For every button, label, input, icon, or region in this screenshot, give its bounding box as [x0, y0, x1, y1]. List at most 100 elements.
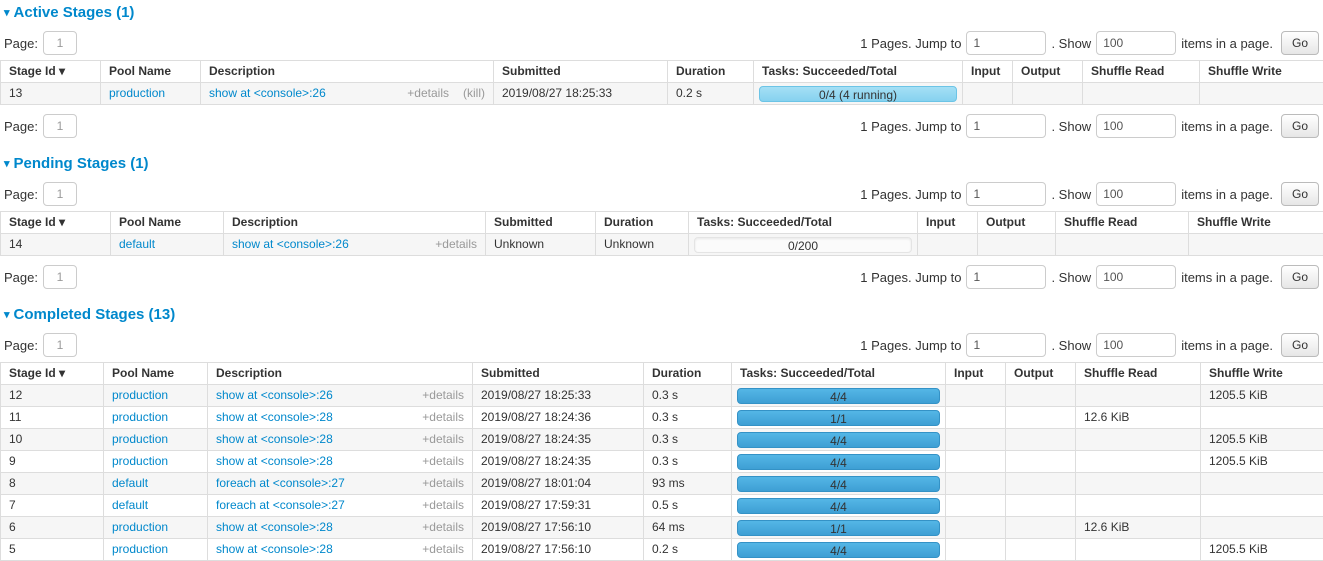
column-header-4[interactable]: Duration [596, 212, 689, 234]
section-title-completed[interactable]: ▾ Completed Stages (13) [4, 306, 1323, 324]
pool-name-cell: production [104, 429, 208, 451]
pool-name-link[interactable]: default [112, 498, 148, 512]
column-header-5[interactable]: Tasks: Succeeded/Total [754, 61, 963, 83]
jump-to-page-input[interactable] [966, 333, 1046, 357]
column-header-2[interactable]: Description [201, 61, 494, 83]
column-header-0[interactable]: Stage Id ▾ [1, 61, 101, 83]
go-button[interactable]: Go [1281, 265, 1319, 289]
kill-link[interactable]: (kill) [463, 86, 485, 100]
column-header-1[interactable]: Pool Name [111, 212, 224, 234]
description-link[interactable]: foreach at <console>:27 [216, 499, 345, 512]
column-header-2[interactable]: Description [224, 212, 486, 234]
stage-id-cell: 12 [1, 385, 104, 407]
column-header-6[interactable]: Input [946, 363, 1006, 385]
column-header-5[interactable]: Tasks: Succeeded/Total [689, 212, 918, 234]
go-button[interactable]: Go [1281, 31, 1319, 55]
column-header-9[interactable]: Shuffle Write [1201, 363, 1323, 385]
collapse-arrow-icon[interactable]: ▾ [4, 7, 10, 19]
column-header-7[interactable]: Output [978, 212, 1056, 234]
pool-name-link[interactable]: default [112, 476, 148, 490]
pool-name-link[interactable]: production [112, 388, 168, 402]
items-per-page-input[interactable] [1096, 182, 1176, 206]
column-header-4[interactable]: Duration [644, 363, 732, 385]
column-header-6[interactable]: Input [918, 212, 978, 234]
pool-name-link[interactable]: production [112, 454, 168, 468]
column-header-8[interactable]: Shuffle Read [1083, 61, 1200, 83]
collapse-arrow-icon[interactable]: ▾ [4, 309, 10, 321]
description-link[interactable]: show at <console>:28 [216, 411, 333, 424]
items-per-page-input[interactable] [1096, 114, 1176, 138]
pool-name-link[interactable]: production [109, 86, 165, 100]
pool-name-cell: production [104, 451, 208, 473]
description-link[interactable]: show at <console>:26 [209, 87, 326, 100]
description-link[interactable]: show at <console>:28 [216, 455, 333, 468]
items-per-page-input[interactable] [1096, 31, 1176, 55]
section-title-text[interactable]: Active Stages (1) [14, 4, 135, 21]
section-title-pending[interactable]: ▾ Pending Stages (1) [4, 155, 1323, 173]
description-cell: show at <console>:26 +details (kill) [201, 83, 494, 105]
go-button[interactable]: Go [1281, 333, 1319, 357]
details-toggle[interactable]: +details [422, 454, 464, 468]
description-link[interactable]: show at <console>:26 [232, 238, 349, 251]
details-toggle[interactable]: +details [435, 237, 477, 251]
show-label: . Show [1051, 187, 1091, 202]
pool-name-link[interactable]: default [119, 237, 155, 251]
jump-to-page-input[interactable] [966, 31, 1046, 55]
shuffle-read-cell [1076, 385, 1201, 407]
column-header-6[interactable]: Input [963, 61, 1013, 83]
section-title-active[interactable]: ▾ Active Stages (1) [4, 4, 1323, 22]
column-header-3[interactable]: Submitted [486, 212, 596, 234]
details-toggle[interactable]: +details [422, 388, 464, 402]
column-header-9[interactable]: Shuffle Write [1200, 61, 1323, 83]
column-header-8[interactable]: Shuffle Read [1076, 363, 1201, 385]
details-toggle[interactable]: +details [407, 86, 449, 100]
details-toggle[interactable]: +details [422, 476, 464, 490]
column-header-4[interactable]: Duration [668, 61, 754, 83]
active-stages-section: ▾Active Stages (1) Page: 1 Pages. Jump t… [0, 4, 1323, 139]
description-link[interactable]: foreach at <console>:27 [216, 477, 345, 490]
column-header-5[interactable]: Tasks: Succeeded/Total [732, 363, 946, 385]
details-toggle[interactable]: +details [422, 520, 464, 534]
page-number-input[interactable] [43, 182, 77, 206]
page-number-input[interactable] [43, 265, 77, 289]
input-cell [946, 451, 1006, 473]
pool-name-link[interactable]: production [112, 542, 168, 556]
description-link[interactable]: show at <console>:28 [216, 433, 333, 446]
submitted-cell: 2019/08/27 18:25:33 [494, 83, 668, 105]
duration-cell: 0.3 s [644, 385, 732, 407]
column-header-8[interactable]: Shuffle Read [1056, 212, 1189, 234]
collapse-arrow-icon[interactable]: ▾ [4, 158, 10, 170]
pool-name-link[interactable]: production [112, 520, 168, 534]
column-header-0[interactable]: Stage Id ▾ [1, 212, 111, 234]
items-per-page-input[interactable] [1096, 333, 1176, 357]
pool-name-link[interactable]: production [112, 432, 168, 446]
go-button[interactable]: Go [1281, 182, 1319, 206]
description-link[interactable]: show at <console>:28 [216, 521, 333, 534]
go-button[interactable]: Go [1281, 114, 1319, 138]
page-number-input[interactable] [43, 114, 77, 138]
column-header-7[interactable]: Output [1006, 363, 1076, 385]
column-header-7[interactable]: Output [1013, 61, 1083, 83]
section-title-text[interactable]: Completed Stages (13) [14, 306, 176, 323]
jump-to-page-input[interactable] [966, 265, 1046, 289]
items-per-page-input[interactable] [1096, 265, 1176, 289]
jump-to-page-input[interactable] [966, 182, 1046, 206]
column-header-0[interactable]: Stage Id ▾ [1, 363, 104, 385]
details-toggle[interactable]: +details [422, 498, 464, 512]
description-link[interactable]: show at <console>:26 [216, 389, 333, 402]
section-title-text[interactable]: Pending Stages (1) [14, 155, 149, 172]
details-toggle[interactable]: +details [422, 432, 464, 446]
details-toggle[interactable]: +details [422, 410, 464, 424]
jump-to-page-input[interactable] [966, 114, 1046, 138]
column-header-3[interactable]: Submitted [473, 363, 644, 385]
details-toggle[interactable]: +details [422, 542, 464, 556]
pool-name-link[interactable]: production [112, 410, 168, 424]
page-number-input[interactable] [43, 31, 77, 55]
column-header-3[interactable]: Submitted [494, 61, 668, 83]
column-header-9[interactable]: Shuffle Write [1189, 212, 1323, 234]
column-header-2[interactable]: Description [208, 363, 473, 385]
pagination-bar: Page: 1 Pages. Jump to . Show items in a… [0, 181, 1323, 207]
column-header-1[interactable]: Pool Name [101, 61, 201, 83]
page-number-input[interactable] [43, 333, 77, 357]
column-header-1[interactable]: Pool Name [104, 363, 208, 385]
